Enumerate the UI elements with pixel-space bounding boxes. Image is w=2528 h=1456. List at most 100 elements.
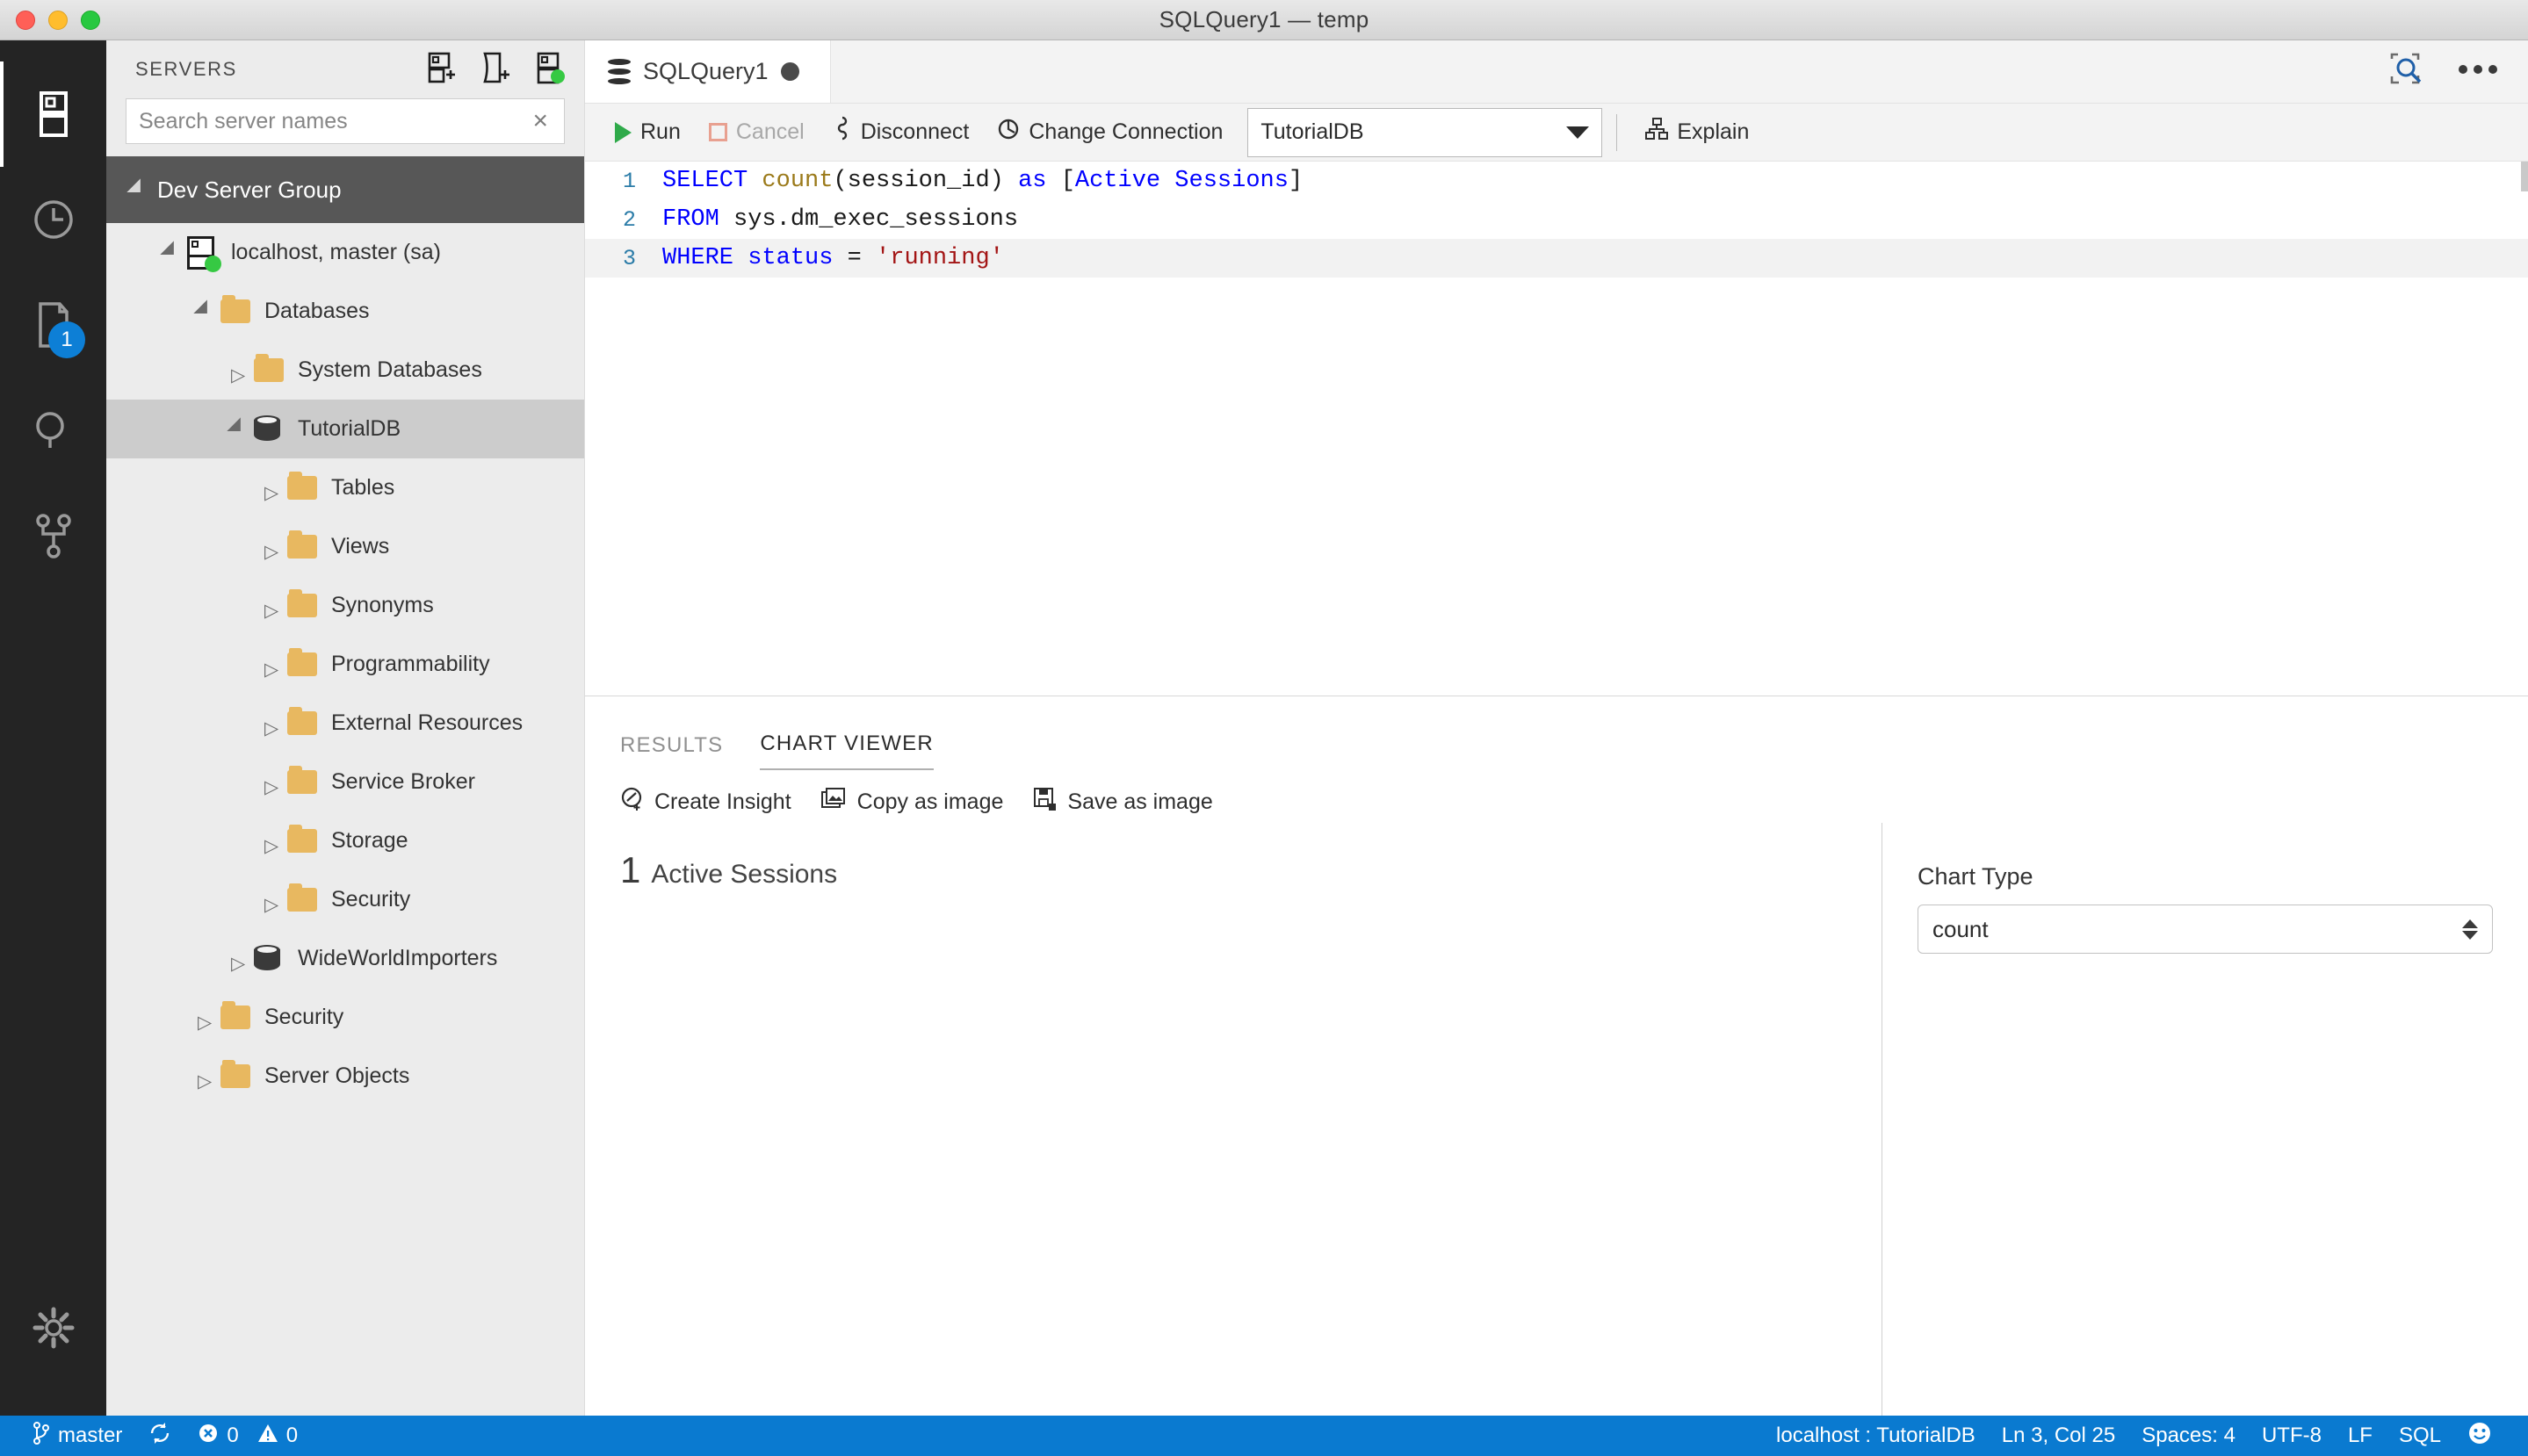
tree-item[interactable]: Storage [106, 811, 584, 870]
status-language[interactable]: SQL [2386, 1416, 2454, 1456]
chart-type-label: Chart Type [1918, 863, 2033, 890]
copy-as-image-button[interactable]: Copy as image [820, 787, 1003, 817]
results-tabs: RESULTS CHART VIEWER [585, 696, 2528, 770]
chevron-right-icon[interactable] [220, 362, 254, 379]
disconnect-label: Disconnect [860, 119, 970, 144]
status-indentation[interactable]: Spaces: 4 [2128, 1416, 2249, 1456]
tree-item[interactable]: Dev Server Group [106, 156, 584, 223]
tree-item[interactable]: System Databases [106, 341, 584, 400]
server-tree[interactable]: Dev Server Group localhost, master (sa) Da… [106, 156, 584, 1416]
chart-actions: Create Insight Copy as image Save as ima… [585, 770, 2528, 823]
sidebar-item-source-control[interactable] [0, 483, 106, 588]
tree-item[interactable]: Service Broker [106, 753, 584, 811]
disconnect-button[interactable]: Disconnect [819, 110, 984, 155]
line-number: 3 [622, 245, 636, 271]
tree-item-label: TutorialDB [298, 416, 401, 441]
explain-button[interactable]: Explain [1631, 110, 1763, 155]
status-connection[interactable]: localhost : TutorialDB [1763, 1416, 1989, 1456]
chevron-right-icon[interactable] [254, 538, 287, 556]
folder-icon [287, 825, 328, 853]
chevron-right-icon[interactable] [220, 950, 254, 968]
new-server-group-icon[interactable] [480, 52, 510, 87]
tree-item[interactable]: External Resources [106, 694, 584, 753]
sidebar-item-settings[interactable] [0, 1275, 106, 1380]
folder-icon [254, 354, 294, 382]
save-as-image-button[interactable]: Save as image [1033, 787, 1213, 818]
chevron-right-icon[interactable] [254, 833, 287, 850]
new-connection-icon[interactable] [426, 52, 456, 87]
sidebar-item-servers[interactable] [0, 61, 106, 167]
folder-icon [220, 295, 261, 323]
run-label: Run [640, 119, 681, 144]
chevron-down-icon[interactable] [187, 299, 220, 321]
tree-item[interactable]: Security [106, 988, 584, 1047]
database-select[interactable]: TutorialDB [1247, 107, 1603, 157]
line-number: 2 [622, 206, 636, 233]
search-box[interactable]: × [126, 98, 565, 144]
chevron-right-icon[interactable] [254, 891, 287, 909]
status-feedback[interactable] [2454, 1416, 2505, 1456]
code-line[interactable]: 2 FROM sys.dm_exec_sessions [585, 200, 2528, 239]
sidebar-item-history[interactable] [0, 167, 106, 272]
chart-count-display: 1 Active Sessions [620, 849, 1882, 891]
chevron-down-icon[interactable] [154, 241, 187, 262]
tree-item[interactable]: Views [106, 517, 584, 576]
change-connection-icon [997, 118, 1020, 147]
tab-chart-viewer[interactable]: CHART VIEWER [760, 732, 934, 770]
tree-item[interactable]: Programmability [106, 635, 584, 694]
chevron-right-icon[interactable] [254, 479, 287, 497]
tree-item[interactable]: localhost, master (sa) [106, 223, 584, 282]
chevron-right-icon[interactable] [187, 1009, 220, 1027]
tree-item[interactable]: WideWorldImporters [106, 929, 584, 988]
status-encoding[interactable]: UTF-8 [2249, 1416, 2335, 1456]
chevron-down-icon[interactable] [220, 417, 254, 438]
tree-item[interactable]: Synonyms [106, 576, 584, 635]
status-eol[interactable]: LF [2335, 1416, 2386, 1456]
clear-search-icon[interactable]: × [527, 108, 564, 134]
more-actions-icon[interactable] [2458, 63, 2498, 80]
sidebar-item-search[interactable] [0, 378, 106, 483]
tree-item-label: Databases [264, 299, 370, 323]
results-pane: RESULTS CHART VIEWER Create Insight Copy… [585, 696, 2528, 1416]
chart-count-value: 1 [620, 849, 641, 890]
tree-item[interactable]: Security [106, 870, 584, 929]
status-problems[interactable]: 0 0 [184, 1416, 311, 1456]
status-cursor-position[interactable]: Ln 3, Col 25 [1989, 1416, 2128, 1456]
tree-item-label: Server Objects [264, 1063, 410, 1088]
status-sync[interactable] [135, 1416, 184, 1456]
chevron-right-icon[interactable] [254, 656, 287, 674]
change-connection-button[interactable]: Change Connection [983, 110, 1237, 155]
sql-code-editor[interactable]: 1 SELECT count(session_id) as [Active Se… [585, 162, 2528, 696]
tab-sqlquery1[interactable]: SQLQuery1 [585, 40, 831, 103]
status-branch[interactable]: master [19, 1416, 135, 1456]
connected-server-icon[interactable] [535, 52, 565, 87]
tab-results[interactable]: RESULTS [620, 733, 723, 770]
toolbar-divider [1616, 113, 1618, 151]
run-button[interactable]: Run [601, 110, 695, 155]
tree-item[interactable]: Tables [106, 458, 584, 517]
chart-type-select[interactable]: count [1918, 905, 2493, 954]
tab-dirty-indicator[interactable] [780, 62, 799, 81]
tree-item-label: Synonyms [331, 593, 434, 617]
chevron-right-icon[interactable] [187, 1068, 220, 1085]
create-insight-button[interactable]: Create Insight [620, 787, 791, 818]
tree-item[interactable]: TutorialDB [106, 400, 584, 458]
cancel-button[interactable]: Cancel [695, 110, 819, 155]
chevron-right-icon[interactable] [254, 715, 287, 732]
preview-query-plan-icon[interactable] [2389, 52, 2426, 91]
editor-vertical-scrollbar[interactable] [2521, 162, 2528, 191]
search-input[interactable] [126, 108, 528, 134]
tree-item[interactable]: Server Objects [106, 1047, 584, 1106]
chevron-right-icon[interactable] [254, 774, 287, 791]
sidebar-item-tasks[interactable]: 1 [0, 272, 106, 378]
chart-canvas: 1 Active Sessions [585, 823, 1882, 1416]
tree-item-label: Views [331, 534, 390, 559]
chevron-down-icon[interactable] [120, 177, 154, 199]
git-branch-icon [33, 1421, 50, 1451]
code-line-current[interactable]: 3 WHERE status = 'running' [585, 239, 2528, 278]
database-select-wrap: TutorialDB [1247, 107, 1603, 157]
code-line[interactable]: 1 SELECT count(session_id) as [Active Se… [585, 162, 2528, 200]
tree-item[interactable]: Databases [106, 282, 584, 341]
tree-item-label: Tables [331, 475, 395, 500]
chevron-right-icon[interactable] [254, 597, 287, 615]
